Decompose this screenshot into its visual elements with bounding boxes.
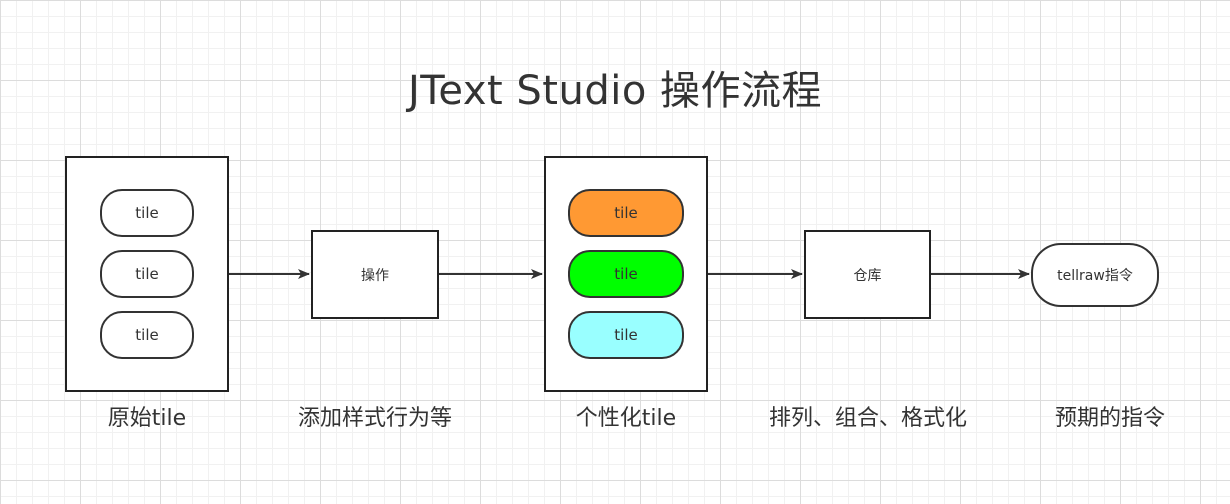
caption-output: 预期的指令	[1054, 406, 1165, 431]
caption-operate: 添加样式行为等	[297, 406, 452, 431]
caption-custom-tiles: 个性化tile	[575, 406, 677, 431]
caption-original-tiles: 原始tile	[107, 406, 187, 431]
caption-repository: 排列、组合、格式化	[768, 406, 967, 431]
